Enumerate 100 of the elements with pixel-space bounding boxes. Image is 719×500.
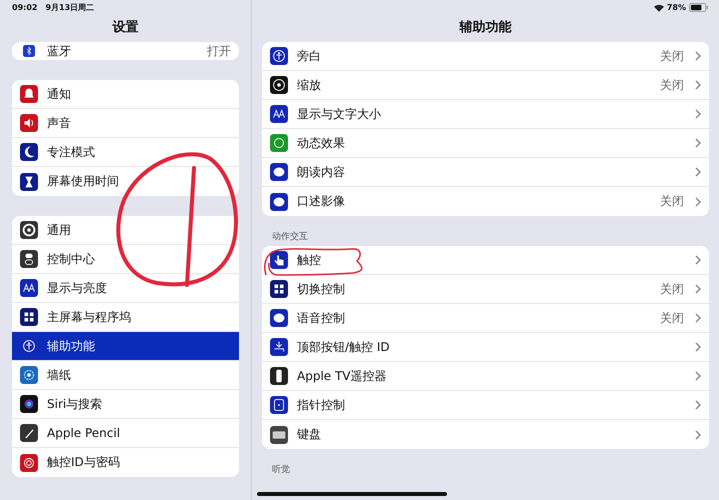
settings-row[interactable]: 旁白 关闭 (262, 42, 709, 71)
settings-row[interactable]: 顶部按钮/触控 ID (262, 333, 709, 362)
chevron-icon (695, 138, 701, 148)
sidebar-item[interactable]: 屏幕使用时间 (12, 167, 239, 196)
orb-icon (20, 395, 38, 413)
sidebar-item[interactable]: 显示与亮度 (12, 274, 239, 303)
toggle-icon (20, 250, 38, 268)
chevron-icon (695, 313, 701, 323)
grid-icon (20, 308, 38, 326)
sidebar-item-label: 辅助功能 (47, 338, 96, 354)
chevron-icon (695, 80, 701, 90)
target-icon (270, 76, 288, 94)
speech-bubble-icon (270, 309, 288, 327)
sidebar-item-value: 打开 (207, 42, 231, 60)
settings-row-value: 关闭 (660, 76, 684, 94)
sidebar-item-label: 主屏幕与程序坞 (47, 308, 132, 326)
sidebar-item-label: 声音 (47, 114, 72, 132)
sidebar-item-label: 专注模式 (47, 144, 96, 160)
bell-icon (20, 85, 38, 103)
sidebar-item-label: 蓝牙 (47, 42, 72, 60)
chevron-icon (695, 284, 701, 294)
chevron-icon (695, 109, 701, 119)
sidebar-item[interactable]: 辅助功能 (12, 332, 239, 361)
settings-row-label: 口述影像 (297, 193, 346, 210)
status-date: 9月13日周二 (45, 2, 94, 13)
speaker-icon (20, 114, 38, 132)
sidebar-item-label: 通知 (47, 86, 72, 102)
chevron-icon (695, 196, 701, 206)
settings-row-label: 显示与文字大小 (297, 106, 382, 122)
battery-percent: 78% (666, 3, 686, 12)
section-header: 动作交互 (271, 230, 309, 244)
text-size-icon (270, 105, 288, 123)
chevron-icon (695, 342, 701, 352)
gear-icon (20, 221, 38, 239)
settings-row[interactable]: 动态效果 (262, 129, 709, 158)
status-time: 09:02 (12, 3, 38, 12)
sidebar-item-label: 显示与亮度 (47, 280, 108, 296)
settings-row[interactable]: 指针控制 (262, 391, 709, 420)
grid-icon (270, 280, 288, 298)
settings-row[interactable]: 键盘 (262, 420, 709, 449)
speech-bubble-icon (270, 163, 288, 181)
settings-row-label: 指针控制 (297, 396, 346, 414)
sidebar-item-label: 触控ID与密码 (47, 454, 121, 471)
sidebar-item[interactable]: 声音 (12, 109, 239, 138)
settings-row-label: 朗读内容 (297, 164, 346, 180)
settings-row-label: 顶部按钮/触控 ID (297, 338, 391, 356)
settings-row[interactable]: 语音控制 关闭 (262, 304, 709, 333)
settings-row[interactable]: 切换控制 关闭 (262, 275, 709, 304)
chevron-icon (695, 371, 701, 381)
settings-row-label: 切换控制 (297, 280, 346, 298)
hourglass-icon (20, 172, 38, 190)
sidebar-title: 设置 (111, 19, 140, 37)
hand-icon (270, 251, 288, 269)
settings-row[interactable]: 口述影像 关闭 (262, 187, 709, 216)
sidebar-item[interactable]: 专注模式 (12, 138, 239, 167)
sidebar-item[interactable]: Siri与搜索 (12, 390, 239, 419)
sidebar-item-label: 控制中心 (47, 250, 96, 268)
wifi-icon (654, 4, 664, 12)
sidebar-item-label: Apple Pencil (47, 426, 122, 440)
settings-row-label: Apple TV遥控器 (297, 368, 388, 384)
sidebar-item[interactable]: 通知 (12, 80, 239, 109)
speech-bubble-icon (270, 192, 288, 210)
chevron-icon (695, 400, 701, 410)
settings-row-label: 键盘 (297, 426, 322, 443)
bluetooth-icon (20, 45, 38, 57)
sidebar-item[interactable]: 通用 (12, 216, 239, 245)
settings-row[interactable]: Apple TV遥控器 (262, 362, 709, 391)
accessibility-icon (20, 337, 38, 355)
chevron-icon (695, 51, 701, 61)
page-title: 辅助功能 (458, 19, 512, 37)
settings-row[interactable]: 触控 (262, 246, 709, 275)
accessibility-icon (270, 47, 288, 65)
sidebar-item-label: 墙纸 (47, 366, 72, 384)
pointer-icon (270, 396, 288, 414)
pencil-icon (20, 424, 38, 442)
settings-row[interactable]: 缩放 关闭 (262, 71, 709, 100)
settings-row-value: 关闭 (660, 310, 684, 326)
chevron-icon (695, 255, 701, 265)
sidebar-item-label: 通用 (47, 222, 72, 238)
sidebar-item[interactable]: 触控ID与密码 (12, 448, 239, 477)
sidebar-item[interactable]: 控制中心 (12, 245, 239, 274)
settings-row[interactable]: 朗读内容 (262, 158, 709, 187)
settings-row-label: 动态效果 (297, 134, 346, 152)
section-header: 听觉 (271, 464, 291, 477)
moon-icon (20, 143, 38, 161)
chevron-icon (695, 167, 701, 177)
text-size-icon (20, 279, 38, 297)
sidebar-item[interactable]: Apple Pencil (12, 419, 239, 448)
settings-row-value: 关闭 (660, 48, 684, 64)
sidebar-item[interactable]: 蓝牙 打开 (12, 42, 239, 60)
settings-row-label: 旁白 (297, 48, 322, 64)
sidebar-item-label: Siri与搜索 (47, 396, 104, 412)
settings-row-value: 关闭 (660, 193, 684, 210)
sidebar-item[interactable]: 墙纸 (12, 361, 239, 390)
settings-row-label: 触控 (297, 252, 322, 268)
sidebar-item-label: 屏幕使用时间 (47, 173, 120, 190)
settings-row[interactable]: 显示与文字大小 (262, 100, 709, 129)
chevron-icon (695, 430, 701, 440)
settings-row-label: 语音控制 (297, 310, 346, 326)
settings-row-value: 关闭 (660, 280, 684, 298)
